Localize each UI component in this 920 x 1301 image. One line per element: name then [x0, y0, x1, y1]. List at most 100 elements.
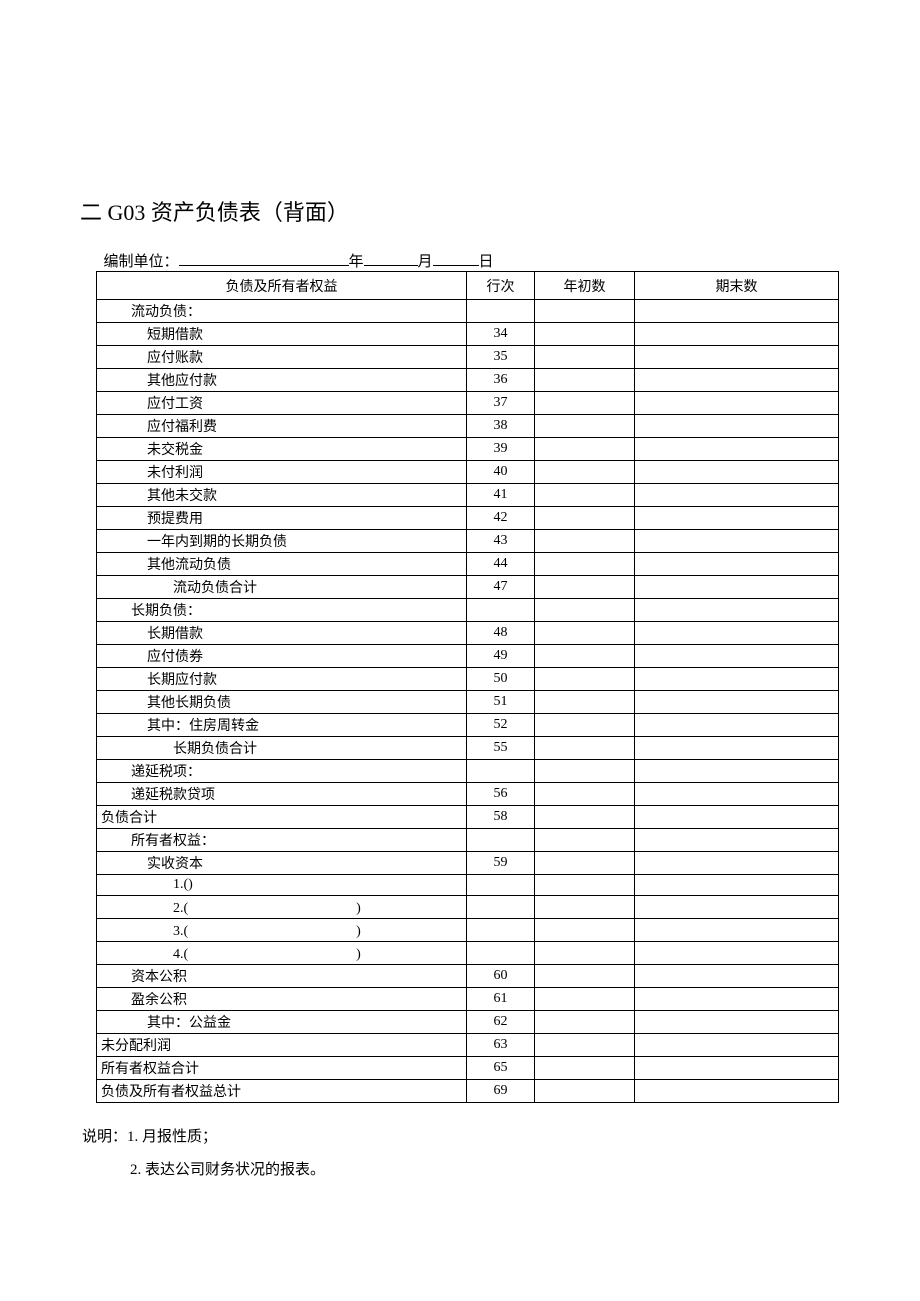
- row-number: 47: [467, 576, 535, 599]
- end-value: [635, 553, 839, 576]
- row-label: 3.( ): [97, 919, 467, 942]
- row-label: 长期负债合计: [97, 737, 467, 760]
- label-year: 年: [349, 254, 364, 270]
- end-value: [635, 369, 839, 392]
- row-label: 负债及所有者权益总计: [97, 1080, 467, 1103]
- end-value: [635, 714, 839, 737]
- table-row: 其中：住房周转金52: [97, 714, 839, 737]
- table-row: 2.( ): [97, 896, 839, 919]
- table-row: 未分配利润63: [97, 1034, 839, 1057]
- row-label: 递延税项：: [97, 760, 467, 783]
- row-number: 40: [467, 461, 535, 484]
- header-begin: 年初数: [535, 272, 635, 300]
- table-row: 其他未交款41: [97, 484, 839, 507]
- end-value: [635, 461, 839, 484]
- begin-value: [535, 599, 635, 622]
- row-label: 应付工资: [97, 392, 467, 415]
- row-number: 35: [467, 346, 535, 369]
- end-value: [635, 806, 839, 829]
- label-month: 月: [418, 254, 433, 270]
- row-number: [467, 829, 535, 852]
- begin-value: [535, 852, 635, 875]
- row-number: 62: [467, 1011, 535, 1034]
- row-number: 65: [467, 1057, 535, 1080]
- table-row: 应付账款35: [97, 346, 839, 369]
- end-value: [635, 323, 839, 346]
- row-label: 其中：住房周转金: [97, 714, 467, 737]
- end-value: [635, 852, 839, 875]
- begin-value: [535, 1080, 635, 1103]
- row-label: 递延税款贷项: [97, 783, 467, 806]
- row-number: 63: [467, 1034, 535, 1057]
- end-value: [635, 1011, 839, 1034]
- row-number: [467, 599, 535, 622]
- begin-value: [535, 965, 635, 988]
- end-value: [635, 645, 839, 668]
- row-label: 未交税金: [97, 438, 467, 461]
- row-label: 预提费用: [97, 507, 467, 530]
- begin-value: [535, 875, 635, 896]
- table-row: 所有者权益合计65: [97, 1057, 839, 1080]
- end-value: [635, 965, 839, 988]
- row-number: 50: [467, 668, 535, 691]
- end-value: [635, 942, 839, 965]
- row-label: 应付债券: [97, 645, 467, 668]
- table-row: 应付工资37: [97, 392, 839, 415]
- end-value: [635, 346, 839, 369]
- row-label: 其他流动负债: [97, 553, 467, 576]
- begin-value: [535, 829, 635, 852]
- table-row: 资本公积60: [97, 965, 839, 988]
- begin-value: [535, 323, 635, 346]
- note-1: 说明：1. 月报性质；: [82, 1121, 840, 1154]
- table-row: 递延税款贷项56: [97, 783, 839, 806]
- row-number: 55: [467, 737, 535, 760]
- begin-value: [535, 369, 635, 392]
- row-label: 其中：公益金: [97, 1011, 467, 1034]
- table-row: 长期负债合计55: [97, 737, 839, 760]
- table-row: 预提费用42: [97, 507, 839, 530]
- begin-value: [535, 668, 635, 691]
- begin-value: [535, 896, 635, 919]
- begin-value: [535, 783, 635, 806]
- row-label: 流动负债合计: [97, 576, 467, 599]
- table-row: 其中：公益金62: [97, 1011, 839, 1034]
- row-label: 长期负债：: [97, 599, 467, 622]
- row-label: 长期应付款: [97, 668, 467, 691]
- row-label: 所有者权益：: [97, 829, 467, 852]
- begin-value: [535, 438, 635, 461]
- row-number: 38: [467, 415, 535, 438]
- row-label: 其他应付款: [97, 369, 467, 392]
- begin-value: [535, 645, 635, 668]
- table-row: 未交税金39: [97, 438, 839, 461]
- end-value: [635, 1034, 839, 1057]
- end-value: [635, 919, 839, 942]
- table-row: 流动负债合计47: [97, 576, 839, 599]
- table-row: 实收资本59: [97, 852, 839, 875]
- blank-unit: [179, 252, 349, 266]
- label-unit: 编制单位：: [104, 254, 179, 270]
- table-row: 其他流动负债44: [97, 553, 839, 576]
- table-row: 短期借款34: [97, 323, 839, 346]
- end-value: [635, 1080, 839, 1103]
- row-number: 42: [467, 507, 535, 530]
- table-row: 应付债券49: [97, 645, 839, 668]
- table-row: 所有者权益：: [97, 829, 839, 852]
- row-number: [467, 896, 535, 919]
- end-value: [635, 896, 839, 919]
- begin-value: [535, 691, 635, 714]
- row-number: 44: [467, 553, 535, 576]
- row-label: 负债合计: [97, 806, 467, 829]
- row-number: [467, 942, 535, 965]
- table-row: 1.(): [97, 875, 839, 896]
- end-value: [635, 507, 839, 530]
- row-number: 56: [467, 783, 535, 806]
- row-number: [467, 760, 535, 783]
- row-number: 43: [467, 530, 535, 553]
- row-label: 所有者权益合计: [97, 1057, 467, 1080]
- row-label: 盈余公积: [97, 988, 467, 1011]
- row-label: 长期借款: [97, 622, 467, 645]
- blank-month: [433, 252, 479, 266]
- table-row: 长期借款48: [97, 622, 839, 645]
- row-number: 39: [467, 438, 535, 461]
- row-label: 4.( ): [97, 942, 467, 965]
